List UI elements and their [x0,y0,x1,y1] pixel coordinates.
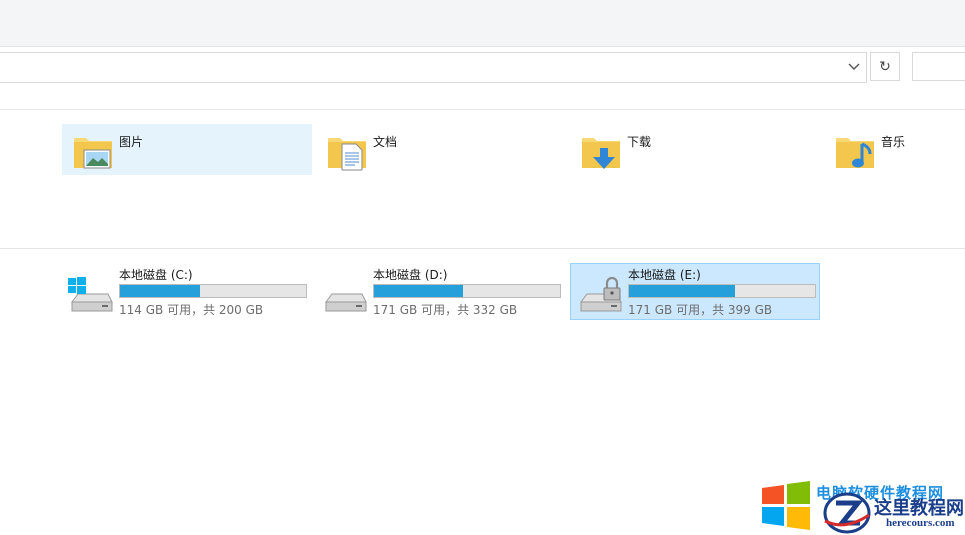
music-folder-icon [834,128,876,172]
folder-label: 文档 [373,135,398,149]
drive-usage-bar [119,284,307,298]
ribbon-area [0,0,965,47]
folder-label: 音乐 [881,135,906,149]
address-bar[interactable] [0,52,867,83]
chevron-down-icon[interactable] [842,53,866,80]
windows-system-drive-icon [66,276,114,316]
watermark-site-en: herecours.com [886,517,955,529]
drive-usage-bar [628,284,816,298]
folder-label: 下载 [627,135,652,149]
search-input[interactable] [912,52,965,81]
folder-item-documents[interactable]: 文档 [316,124,566,175]
section-divider [0,248,965,249]
drive-space-text: 114 GB 可用，共 200 GB [119,303,264,317]
windows-logo-icon [762,481,810,530]
documents-folder-icon [326,128,368,172]
address-row: ↻ [0,47,965,87]
refresh-icon: ↻ [879,58,891,75]
drive-usage-bar [373,284,561,298]
locked-drive-icon [575,276,623,316]
section-divider [0,109,965,110]
drive-space-text: 171 GB 可用，共 399 GB [628,303,773,317]
folder-item-pictures[interactable]: 图片 [62,124,312,175]
drive-name: 本地磁盘 (D:) [373,268,448,282]
folder-item-downloads[interactable]: 下载 [570,124,820,175]
folder-item-music[interactable]: 音乐 [824,124,965,175]
drive-name: 本地磁盘 (C:) [119,268,193,282]
hard-drive-icon [320,276,368,316]
refresh-button[interactable]: ↻ [870,52,900,81]
drive-space-text: 171 GB 可用，共 332 GB [373,303,518,317]
pictures-folder-icon [72,128,114,172]
z-logo-icon [823,492,871,534]
folder-label: 图片 [119,135,144,149]
downloads-folder-icon [580,128,622,172]
drive-name: 本地磁盘 (E:) [628,268,701,282]
watermark: 电脑软硬件教程网 这里教程网 herecours.com [760,478,965,535]
drive-item-c[interactable]: 本地磁盘 (C:) 114 GB 可用，共 200 GB [62,264,312,321]
drive-item-e[interactable]: 本地磁盘 (E:) 171 GB 可用，共 399 GB [570,263,820,320]
drive-item-d[interactable]: 本地磁盘 (D:) 171 GB 可用，共 332 GB [316,264,566,321]
